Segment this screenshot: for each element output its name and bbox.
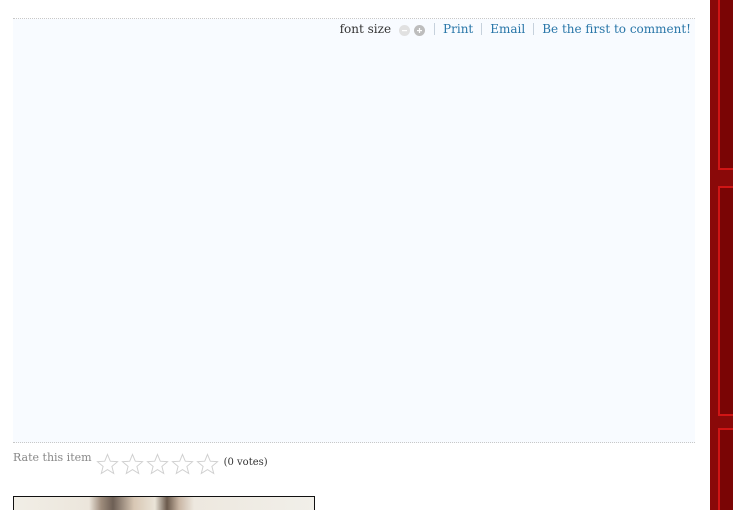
- star-outline-icon[interactable]: [120, 453, 144, 475]
- font-increase-button[interactable]: [414, 25, 426, 36]
- plus-circle-icon: [417, 28, 423, 33]
- star-outline-icon[interactable]: [195, 453, 219, 475]
- sidebar-panel: [718, 0, 733, 170]
- toolbar-separator: [434, 23, 436, 35]
- comment-link[interactable]: Be the first to comment!: [542, 22, 691, 36]
- minus-circle-icon: [402, 30, 408, 32]
- email-link[interactable]: Email: [490, 22, 525, 36]
- article-text-preview: [327, 505, 687, 510]
- toolbar-separator: [533, 23, 535, 35]
- votes-count: (0 votes): [223, 457, 268, 468]
- article-content-area: font size Print Email Be the first to co…: [13, 19, 695, 443]
- sidebar-panel: [718, 428, 733, 510]
- print-link[interactable]: Print: [443, 22, 473, 36]
- font-size-label: font size: [339, 22, 392, 36]
- star-outline-icon[interactable]: [145, 453, 169, 475]
- font-decrease-button[interactable]: [399, 25, 411, 36]
- toolbar-separator: [481, 23, 483, 35]
- star-outline-icon[interactable]: [170, 453, 194, 475]
- article-tools: font size Print Email Be the first to co…: [340, 21, 691, 37]
- rating-label: Rate this item: [13, 451, 92, 464]
- article-page: font size Print Email Be the first to co…: [0, 0, 733, 510]
- rating-widget: Rate this item (0 votes): [13, 450, 268, 476]
- star-outline-icon[interactable]: [95, 453, 119, 475]
- sidebar-panel: [718, 186, 733, 416]
- star-rating: [95, 453, 221, 475]
- article-image: [13, 496, 315, 510]
